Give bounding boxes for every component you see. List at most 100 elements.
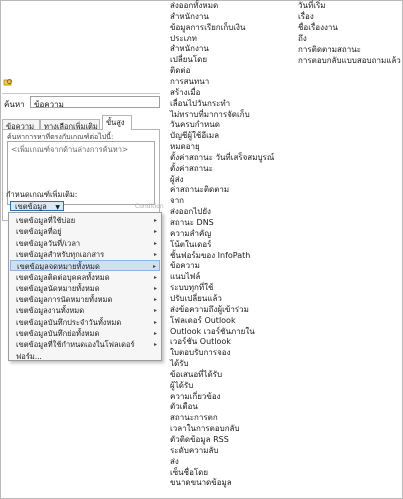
field-list-item[interactable]: ข้อเสนอที่ได้รับ — [170, 370, 222, 380]
field-list-item[interactable]: โฟลเดอร์ Outlook — [170, 316, 236, 326]
dropdown-item-label: เขตข้อมูลติดต่อบุคคลทั้งหมด — [16, 272, 110, 282]
field-list-item[interactable]: เลื่อนไปวันกระทำ — [170, 99, 230, 109]
field-list-item[interactable]: ผู้ส่ง — [170, 175, 183, 185]
field-list-item[interactable]: ส่ง — [170, 457, 179, 467]
field-list-item[interactable]: สำหนักงาน — [170, 12, 209, 22]
field-list-item[interactable]: ระบบทุกที่ใช้ — [170, 283, 213, 293]
submenu-arrow-icon: ▸ — [153, 250, 157, 258]
submenu-arrow-icon: ▸ — [153, 228, 157, 236]
field-list-item[interactable]: สร้างเมื่อ — [170, 88, 200, 98]
dropdown-item-label: เขตข้อมูลการนัดหมายทั้งหมด — [16, 295, 113, 305]
field-list-item[interactable]: ตั้งค่าสถานะ — [170, 164, 213, 174]
field-list-item[interactable]: ถึง — [298, 34, 307, 44]
dropdown-item-label: ฟอร์ม... — [16, 351, 42, 361]
dropdown-item[interactable]: เขตข้อมูลที่อยู่ ▸ — [10, 226, 160, 237]
field-list-item[interactable]: เปลี่ยนโดย — [170, 55, 207, 65]
condition-label: Condition — [135, 203, 164, 210]
field-dropdown-button[interactable]: เขตข้อมูล ▼ — [10, 201, 64, 211]
field-list-item[interactable]: บัญชีผู้ใช้อีเมล — [170, 131, 219, 141]
field-list-item[interactable]: เวอร์ชัน Outlook — [170, 337, 231, 347]
field-list-item[interactable]: ประเภท — [170, 34, 197, 44]
field-list-item[interactable]: เรื่อง — [298, 12, 314, 22]
field-list-item[interactable]: ชั้นฟอร์มของ InfoPath — [170, 251, 250, 261]
field-list-item[interactable]: ความเกี่ยวข้อง — [170, 392, 221, 402]
submenu-arrow-icon: ▸ — [153, 273, 157, 281]
field-list-item[interactable]: วันครบกำหนด — [170, 120, 220, 130]
dropdown-item-label: เขตข้อมูลสำหรับทุกเอกสาร — [16, 249, 105, 259]
dropdown-item[interactable]: เขตข้อมูลสำหรับทุกเอกสาร ▸ — [10, 249, 160, 260]
submenu-arrow-icon: ▸ — [153, 330, 157, 337]
field-list-item[interactable]: โน้ตในเดอร์ — [170, 240, 211, 250]
field-list-item[interactable]: หมดอายุ — [170, 142, 200, 152]
dropdown-item-label: เขตข้อมูลงานทั้งหมด — [16, 306, 85, 316]
dropdown-item-label: เขตข้อมูลที่ใช้กำหนดเองในโฟลเดอร์ — [16, 340, 135, 350]
field-list-item[interactable]: สถานะ DNS — [170, 218, 214, 228]
field-list-item[interactable]: Outlook เวอร์ชันภายใน — [170, 327, 255, 337]
submenu-arrow-icon: ▸ — [153, 318, 157, 326]
field-list-item[interactable]: ไม่ทราบที่มาการจัดเก็บ — [170, 110, 250, 120]
dropdown-item-label: เขตข้อมูลวันที่/เวลา — [16, 238, 81, 248]
field-button-label: เขตข้อมูล — [15, 202, 47, 211]
field-list-item[interactable]: ส่งออกทั้งหมด — [170, 1, 218, 11]
submenu-arrow-icon: ▸ — [153, 307, 157, 315]
search-input[interactable]: ข้อความ — [30, 96, 160, 109]
field-list-item[interactable]: ชื่อเรื่องงาน — [298, 23, 338, 33]
field-list-item[interactable]: ความสำคัญ — [170, 229, 211, 239]
field-list-item[interactable]: สำหนักงาน — [170, 44, 209, 54]
dropdown-item[interactable]: เขตข้อมูลวันที่/เวลา ▸ — [10, 238, 160, 249]
field-list-item[interactable]: ขนาดขนาดข้อมูล — [170, 478, 232, 488]
dropdown-item-label: เขตข้อมูลบันทึกประจำวันทั้งหมด — [16, 317, 122, 327]
field-list-item[interactable]: ข้อมูลการเรียกเก็บเงิน — [170, 23, 245, 33]
field-list-item[interactable]: ได้รับ — [170, 359, 189, 369]
advanced-find-dialog: ค้นหา ข้อความ ข้อความ ทางเลือกเพิ่มเติม … — [2, 93, 164, 487]
dropdown-item[interactable]: เขตข้อมูลจดหมายทั้งหมด ▸ — [10, 260, 160, 272]
submenu-arrow-icon: ▸ — [153, 284, 157, 292]
search-row: ค้นหา ข้อความ — [2, 93, 160, 109]
field-list-item[interactable]: สถานะการตก — [170, 413, 218, 423]
field-list-item[interactable]: ตัวเตือน — [170, 402, 198, 412]
dropdown-item[interactable]: เขตข้อมูลติดต่อบุคคลทั้งหมด ▸ — [10, 272, 160, 283]
field-list-item[interactable]: ปรับเปลี่ยนแล้ว — [170, 294, 222, 304]
field-list-item[interactable]: ข้อความ — [170, 261, 200, 271]
dropdown-item[interactable]: เขตข้อมูลบันทึกประจำวันทั้งหมด ▸ — [10, 317, 160, 328]
search-label: ค้นหา — [4, 100, 25, 109]
dropdown-item-label: เขตข้อมูลจดหมายทั้งหมด — [17, 262, 100, 272]
field-list-item[interactable]: ส่งข้อความถึงผู้เข้าร่วม — [170, 305, 249, 315]
field-list-item[interactable]: วันที่เริ่ม — [298, 1, 326, 11]
submenu-arrow-icon: ▸ — [152, 263, 156, 271]
tab-advanced[interactable]: ขั้นสูง — [102, 115, 132, 130]
find-icon — [3, 79, 12, 86]
dropdown-item-label: เขตข้อมูลที่ใช้บ่อย — [16, 216, 76, 225]
field-list-item[interactable]: จาก — [170, 196, 184, 206]
submenu-arrow-icon: ▸ — [153, 296, 157, 304]
field-list-item[interactable]: ผู้ได้รับ — [170, 381, 193, 391]
field-list-item[interactable]: ตัวติดข้อมูล RSS — [170, 435, 229, 445]
field-list-item[interactable]: ตั้งค่าสถานะ วันที่เสร็จสมบูรณ์ — [170, 153, 274, 163]
dropdown-item[interactable]: เขตข้อมูลที่ใช้กำหนดเองในโฟลเดอร์ ▸ — [10, 339, 160, 350]
dropdown-item[interactable]: ฟอร์ม... — [10, 351, 160, 362]
dropdown-item[interactable]: เขตข้อมูลการนัดหมายทั้งหมด ▸ — [10, 294, 160, 305]
dropdown-item-label: เขตข้อมูลนัดหมายทั้งหมด — [16, 283, 100, 293]
field-list-item[interactable]: ส่งออกไปยัง — [170, 207, 211, 217]
field-list-item[interactable]: การตอบกลับแบบสอบถามแล้ว — [298, 56, 401, 66]
field-list-item[interactable]: ใบตอบรับการจอง — [170, 348, 230, 358]
tab-strip: ข้อความ ทางเลือกเพิ่มเติม ขั้นสูง — [2, 115, 160, 130]
dropdown-item[interactable]: เขตข้อมูลนัดหมายทั้งหมด ▸ — [10, 283, 160, 294]
field-list-item[interactable]: การติดตามสถานะ — [298, 45, 361, 55]
field-list-item[interactable]: เวลาในการตอบกลับ — [170, 424, 240, 434]
field-list-item[interactable]: เซ็นชื่อโดย — [170, 468, 208, 478]
field-list-item[interactable]: ระดับความลับ — [170, 446, 218, 456]
field-list-item[interactable]: แนบไฟล์ — [170, 272, 200, 282]
dropdown-item-label: เขตข้อมูลบันทึกย่อทั้งหมด — [16, 329, 100, 338]
add-criteria-label: กำหนดเกณฑ์เพิ่มเติม: — [6, 190, 78, 199]
dropdown-item[interactable]: เขตข้อมูลงานทั้งหมด ▸ — [10, 305, 160, 316]
field-list-item[interactable]: การสนทนา — [170, 77, 209, 87]
submenu-arrow-icon: ▸ — [153, 239, 157, 247]
field-dropdown-menu: เขตข้อมูลที่ใช้บ่อย ▸ เขตข้อมูลที่อยู่ ▸ เขต… — [8, 212, 162, 361]
field-list-item[interactable]: ติดต่อ — [170, 66, 190, 76]
field-list-item[interactable]: ค่าสถานะติดตาม — [170, 185, 229, 195]
dropdown-item[interactable]: เขตข้อมูลบันทึกย่อทั้งหมด ▸ — [10, 328, 160, 339]
dropdown-item-label: เขตข้อมูลที่อยู่ — [16, 227, 62, 237]
dropdown-item[interactable]: เขตข้อมูลที่ใช้บ่อย ▸ — [10, 215, 160, 226]
submenu-arrow-icon: ▸ — [153, 217, 157, 224]
